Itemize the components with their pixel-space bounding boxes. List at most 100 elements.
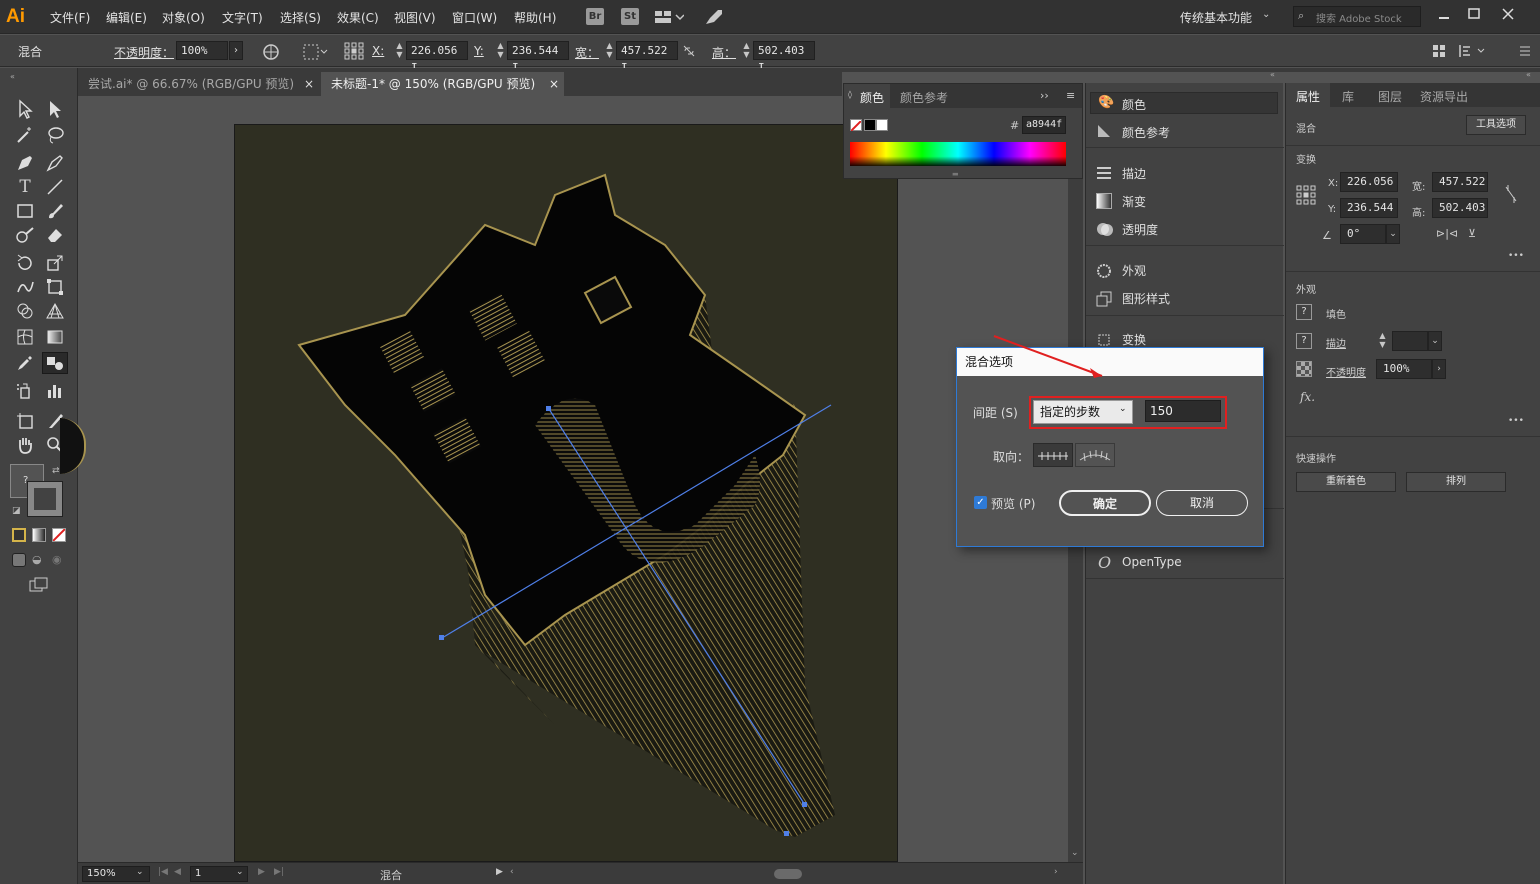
panel-menu-icon[interactable]: ≡ — [1066, 89, 1075, 102]
panel-collapse-icon[interactable]: ›› — [1040, 89, 1049, 102]
opacity-field[interactable]: 100% — [1376, 359, 1432, 379]
tab-untitled-document[interactable]: 未标题-1* @ 150% (RGB/GPU 预览) × — [321, 72, 564, 96]
x-field[interactable]: 226.056 I — [406, 41, 468, 74]
stroke-weight-stepper-icon[interactable]: ▲ ▼ — [1378, 331, 1387, 350]
cancel-button[interactable]: 取消 — [1156, 490, 1248, 516]
panel-transform[interactable]: 变换 — [1122, 331, 1146, 348]
rectangle-tool-icon[interactable] — [14, 200, 36, 222]
panel-opentype[interactable]: OpenType — [1122, 555, 1182, 569]
height-field[interactable]: 502.403 — [1432, 198, 1488, 218]
right-dock-expand-icon[interactable]: « — [1526, 70, 1531, 79]
none-swatch-icon[interactable] — [850, 119, 862, 132]
last-artboard-icon[interactable]: ▶| — [274, 867, 284, 877]
align-to-page-icon[interactable] — [1033, 443, 1073, 467]
shaper-tool-icon[interactable] — [14, 224, 36, 246]
y-field[interactable]: 236.544 — [1340, 198, 1398, 218]
mesh-tool-icon[interactable] — [14, 326, 36, 348]
panel-expand-icon[interactable]: ◊ — [848, 90, 852, 99]
panel-resize-handle-icon[interactable]: ▬ — [952, 170, 959, 178]
width-stepper-icon[interactable]: ▲ ▼ — [605, 41, 614, 60]
shape-builder-tool-icon[interactable] — [14, 300, 36, 322]
bridge-button[interactable]: Br — [586, 8, 604, 25]
stroke-swatch[interactable] — [27, 481, 63, 517]
control-panel-menu-icon[interactable] — [1518, 43, 1532, 59]
transform-more-options-icon[interactable]: ••• — [1508, 251, 1524, 261]
align-to-icon[interactable] — [302, 43, 330, 61]
color-mode-icon[interactable] — [12, 528, 26, 542]
menu-view[interactable]: 视图(V) — [394, 9, 436, 26]
menu-help[interactable]: 帮助(H) — [514, 9, 556, 26]
menu-type[interactable]: 文字(T) — [222, 9, 263, 26]
workspace-switcher[interactable]: 传统基本功能 — [1180, 9, 1252, 26]
hand-tool-icon[interactable] — [14, 434, 36, 456]
lasso-tool-icon[interactable] — [44, 124, 66, 146]
menu-window[interactable]: 窗口(W) — [452, 9, 497, 26]
default-fill-stroke-icon[interactable]: ◪ — [12, 506, 21, 516]
tab-color-guide[interactable]: 颜色参考 — [900, 89, 948, 106]
opacity-label[interactable]: 不透明度： — [114, 44, 174, 61]
ok-button[interactable]: 确定 — [1059, 490, 1151, 516]
next-artboard-icon[interactable]: ▶ — [258, 867, 265, 877]
menu-object[interactable]: 对象(O) — [162, 9, 205, 26]
panel-color[interactable]: 颜色 — [1122, 96, 1146, 113]
line-tool-icon[interactable] — [44, 176, 66, 198]
y-stepper-icon[interactable]: ▲ ▼ — [496, 41, 505, 60]
recolor-globe-icon[interactable] — [262, 43, 280, 61]
tab-asset-export[interactable]: 资源导出 — [1420, 88, 1468, 105]
panel-gradient[interactable]: 渐变 — [1122, 193, 1146, 210]
x-field[interactable]: 226.056 — [1340, 172, 1398, 192]
magic-wand-tool-icon[interactable] — [14, 124, 36, 146]
maximize-icon[interactable] — [1466, 6, 1482, 22]
fill-unknown-icon[interactable]: ? — [1296, 304, 1312, 320]
arrange-panel-icon[interactable] — [1458, 43, 1488, 59]
fx-effects-button[interactable]: fx. — [1300, 390, 1315, 404]
tools-collapse-icon[interactable]: « — [10, 72, 15, 81]
first-artboard-icon[interactable]: |◀ — [158, 867, 168, 877]
constrain-link-icon[interactable] — [1504, 183, 1518, 205]
black-swatch[interactable] — [864, 119, 876, 131]
rotate-tool-icon[interactable] — [14, 252, 36, 274]
align-panel-icon[interactable] — [1432, 43, 1446, 59]
x-stepper-icon[interactable]: ▲ ▼ — [395, 41, 404, 60]
scroll-down-icon[interactable]: ⌄ — [1071, 848, 1079, 858]
spacing-mode-select[interactable]: 指定的步数 — [1033, 400, 1133, 424]
height-field[interactable]: 502.403 I — [753, 41, 815, 74]
tab-close-icon[interactable]: × — [304, 72, 314, 96]
panel-graphic-styles[interactable]: 图形样式 — [1122, 290, 1170, 307]
stroke-unknown-icon[interactable]: ? — [1296, 333, 1312, 349]
gradient-tool-icon[interactable] — [44, 326, 66, 348]
steps-input[interactable]: 150 — [1145, 400, 1221, 422]
tool-options-button[interactable]: 工具选项 — [1466, 115, 1526, 135]
draw-inside-icon[interactable]: ◉ — [52, 553, 66, 567]
curvature-tool-icon[interactable] — [44, 152, 66, 174]
artboard-tool-icon[interactable] — [14, 410, 36, 432]
width-field[interactable]: 457.522 I — [616, 41, 678, 74]
y-field[interactable]: 236.544 I — [507, 41, 569, 74]
scroll-right-icon[interactable]: › — [1054, 867, 1058, 877]
menu-effect[interactable]: 效果(C) — [337, 9, 379, 26]
hex-input[interactable]: a8944f — [1022, 116, 1066, 134]
free-transform-tool-icon[interactable] — [44, 276, 66, 298]
canvas-horizontal-scrollbar[interactable]: ‹ › — [508, 867, 1068, 881]
opacity-field[interactable]: 100% — [176, 41, 228, 60]
white-swatch[interactable] — [876, 119, 888, 131]
preview-checkbox[interactable]: ✓ — [974, 496, 987, 509]
reference-point-icon[interactable] — [1296, 185, 1316, 205]
constrain-link-icon[interactable] — [682, 44, 696, 58]
panel-transparency[interactable]: 透明度 — [1122, 221, 1158, 238]
dock-expand-icon[interactable]: « — [1270, 70, 1275, 79]
blend-tool-icon[interactable] — [42, 352, 68, 374]
search-input[interactable]: 搜索 Adobe Stock — [1316, 10, 1402, 25]
artboard-chevron-down-icon[interactable]: ⌄ — [236, 867, 244, 877]
menu-edit[interactable]: 编辑(E) — [106, 9, 147, 26]
draw-normal-icon[interactable] — [12, 553, 26, 567]
width-field[interactable]: 457.522 — [1432, 172, 1488, 192]
column-graph-tool-icon[interactable] — [44, 380, 66, 402]
panel-color-active[interactable] — [1090, 92, 1278, 114]
align-to-path-icon[interactable] — [1075, 443, 1115, 467]
stroke-label[interactable]: 描边 — [1326, 335, 1346, 350]
recolor-button[interactable]: 重新着色 — [1296, 472, 1396, 492]
close-icon[interactable] — [1500, 6, 1516, 22]
selection-tool-icon[interactable] — [14, 98, 36, 120]
stock-search-box[interactable]: ⌕ 搜索 Adobe Stock — [1293, 6, 1421, 27]
